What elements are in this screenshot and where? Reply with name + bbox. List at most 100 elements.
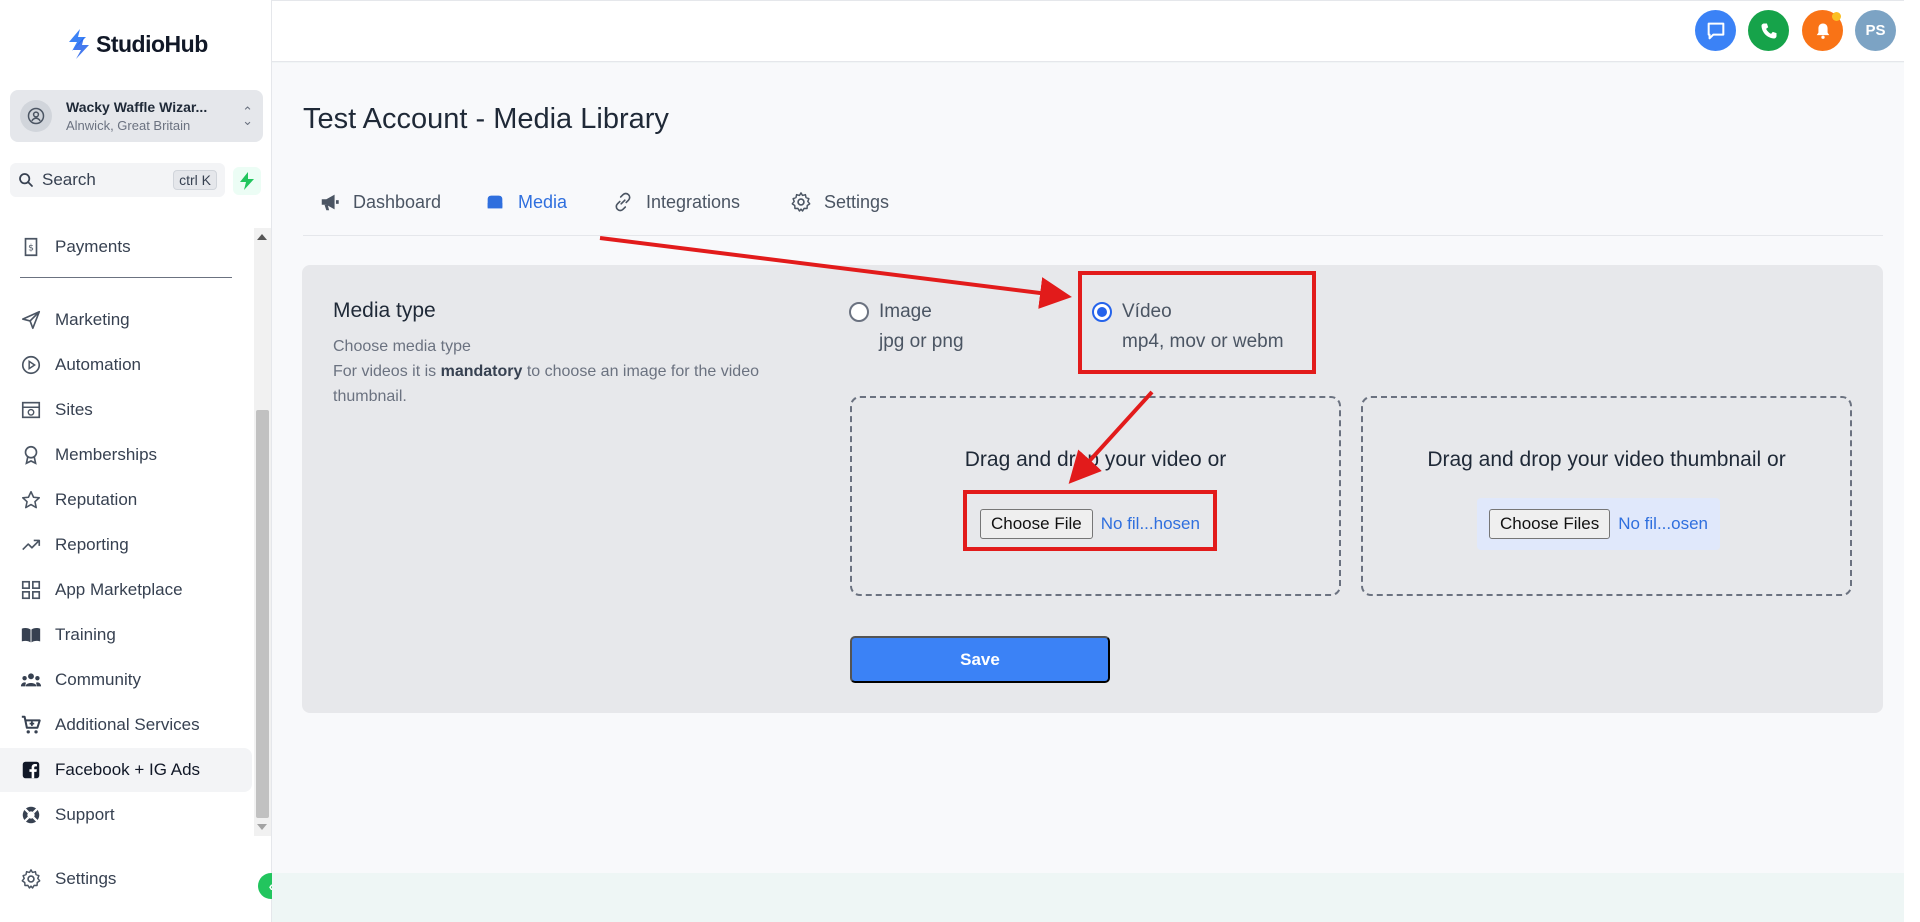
- media-type-description: Choose media type For videos it is manda…: [333, 334, 813, 409]
- chat-bubble-icon: [1707, 22, 1724, 39]
- facebook-icon: [22, 761, 40, 779]
- media-type-title: Media type: [333, 299, 436, 322]
- megaphone-icon: [321, 194, 339, 211]
- tab-dashboard[interactable]: Dashboard: [319, 186, 441, 218]
- star-icon: [21, 490, 41, 509]
- sidebar: StudioHub Wacky Waffle Wizar... Alnwick,…: [0, 0, 272, 922]
- svg-text:$: $: [28, 243, 34, 254]
- grid-icon: [21, 580, 41, 600]
- gear-icon: [21, 869, 41, 889]
- radio-image-control[interactable]: [849, 302, 869, 322]
- book-icon: [21, 627, 41, 643]
- users-icon: [20, 673, 42, 687]
- scrollbar-thumb[interactable]: [256, 410, 269, 818]
- sidebar-item-additional-services[interactable]: Additional Services: [0, 703, 252, 747]
- search-shortcut: ctrl K: [173, 170, 217, 190]
- sidebar-scrollbar[interactable]: [254, 228, 271, 836]
- tab-integrations[interactable]: Integrations: [612, 186, 740, 218]
- sidebar-item-app-marketplace[interactable]: App Marketplace: [0, 568, 252, 612]
- chevron-updown-icon: ⌃ ⌄: [242, 104, 253, 128]
- sidebar-item-label: Training: [55, 625, 116, 644]
- quick-action-button[interactable]: [233, 167, 261, 195]
- top-bar: PS: [272, 0, 1920, 62]
- sidebar-item-label: Community: [55, 670, 141, 689]
- footer-strip: [272, 873, 1904, 922]
- annotation-highlight-choose-file: [963, 490, 1217, 551]
- sidebar-item-community[interactable]: Community: [0, 658, 252, 702]
- radio-image-label: Image: [879, 301, 932, 322]
- sidebar-item-label: Memberships: [55, 445, 158, 464]
- trending-up-icon: [22, 539, 41, 551]
- page-edge: [1904, 0, 1920, 922]
- save-button[interactable]: Save: [850, 636, 1110, 683]
- sidebar-item-memberships[interactable]: Memberships: [0, 433, 252, 477]
- cart-icon: [21, 715, 41, 734]
- notification-dot: [1832, 12, 1841, 21]
- dollar-doc-icon: $: [24, 237, 38, 257]
- account-switcher[interactable]: Wacky Waffle Wizar... Alnwick, Great Bri…: [10, 90, 263, 142]
- sidebar-item-label: Automation: [55, 355, 141, 374]
- sidebar-item-facebook-ig-ads[interactable]: Facebook + IG Ads: [0, 748, 252, 792]
- page-title: Test Account - Media Library: [303, 103, 669, 135]
- thumbnail-file-input[interactable]: Choose Files No fil...osen: [1477, 498, 1720, 550]
- sidebar-item-support[interactable]: Support: [0, 793, 252, 837]
- tab-label: Media: [518, 191, 568, 212]
- globe-icon: [21, 401, 41, 419]
- sidebar-item-marketing[interactable]: Marketing: [0, 298, 252, 342]
- account-location: Alnwick, Great Britain: [66, 118, 191, 133]
- sidebar-nav: $ Payments Marketing Automation Sites Me…: [0, 225, 254, 837]
- brand-logo[interactable]: StudioHub: [66, 28, 208, 60]
- sidebar-item-label: Marketing: [55, 310, 130, 329]
- thumbnail-dropzone[interactable]: Drag and drop your video thumbnail or Ch…: [1361, 396, 1852, 596]
- sidebar-item-automation[interactable]: Automation: [0, 343, 252, 387]
- scroll-down-arrow-icon[interactable]: [257, 824, 267, 830]
- sidebar-item-settings[interactable]: Settings: [20, 868, 116, 890]
- sidebar-item-label: Payments: [55, 237, 131, 256]
- tab-label: Integrations: [646, 191, 741, 212]
- user-avatar[interactable]: PS: [1855, 10, 1896, 51]
- tab-label: Dashboard: [353, 191, 442, 212]
- sidebar-divider: [20, 277, 232, 278]
- award-icon: [24, 445, 38, 465]
- sidebar-item-label: Support: [55, 805, 115, 824]
- radio-image[interactable]: Image jpg or png: [849, 301, 964, 353]
- annotation-highlight-video-option: [1078, 271, 1316, 374]
- thumbnail-file-status: No fil...osen: [1618, 514, 1708, 533]
- search-icon: [19, 173, 33, 187]
- sidebar-item-label: Reporting: [55, 535, 129, 554]
- chat-button[interactable]: [1695, 10, 1736, 51]
- tab-media[interactable]: Media: [484, 186, 567, 218]
- user-circle-icon: [27, 107, 45, 125]
- media-type-desc-pre: For videos it is: [333, 363, 441, 380]
- sidebar-item-reporting[interactable]: Reporting: [0, 523, 252, 567]
- video-dropzone-text: Drag and drop your video or: [964, 448, 1227, 471]
- radio-image-hint: jpg or png: [879, 331, 964, 352]
- tab-settings[interactable]: Settings: [790, 186, 889, 218]
- media-type-desc-line1: Choose media type: [333, 338, 471, 355]
- play-circle-icon: [21, 355, 41, 375]
- phone-button[interactable]: [1748, 10, 1789, 51]
- sidebar-item-label: Additional Services: [55, 715, 200, 734]
- paper-plane-icon: [21, 310, 41, 330]
- life-ring-icon: [22, 806, 40, 824]
- sidebar-item-payments[interactable]: $ Payments: [0, 225, 252, 269]
- brand-name: StudioHub: [96, 30, 208, 57]
- sidebar-item-training[interactable]: Training: [0, 613, 252, 657]
- search-box[interactable]: Search ctrl K: [10, 163, 225, 197]
- choose-files-button[interactable]: Choose Files: [1489, 509, 1611, 539]
- sidebar-item-reputation[interactable]: Reputation: [0, 478, 252, 522]
- sidebar-item-label: App Marketplace: [55, 580, 183, 599]
- tab-bar: Dashboard Media Integrations Settings: [303, 186, 1883, 236]
- link-icon: [615, 192, 631, 212]
- media-type-desc-bold: mandatory: [440, 363, 523, 380]
- lightning-icon: [240, 172, 254, 190]
- scroll-up-arrow-icon[interactable]: [257, 234, 267, 240]
- tab-label: Settings: [824, 191, 890, 212]
- notifications-button[interactable]: [1802, 10, 1843, 51]
- gear-icon: [791, 192, 811, 212]
- sidebar-item-sites[interactable]: Sites: [0, 388, 252, 432]
- thumbnail-dropzone-text: Drag and drop your video thumbnail or: [1427, 448, 1786, 471]
- sidebar-settings-label: Settings: [55, 869, 117, 888]
- sidebar-item-label: Facebook + IG Ads: [55, 760, 201, 779]
- search-label: Search: [42, 170, 96, 189]
